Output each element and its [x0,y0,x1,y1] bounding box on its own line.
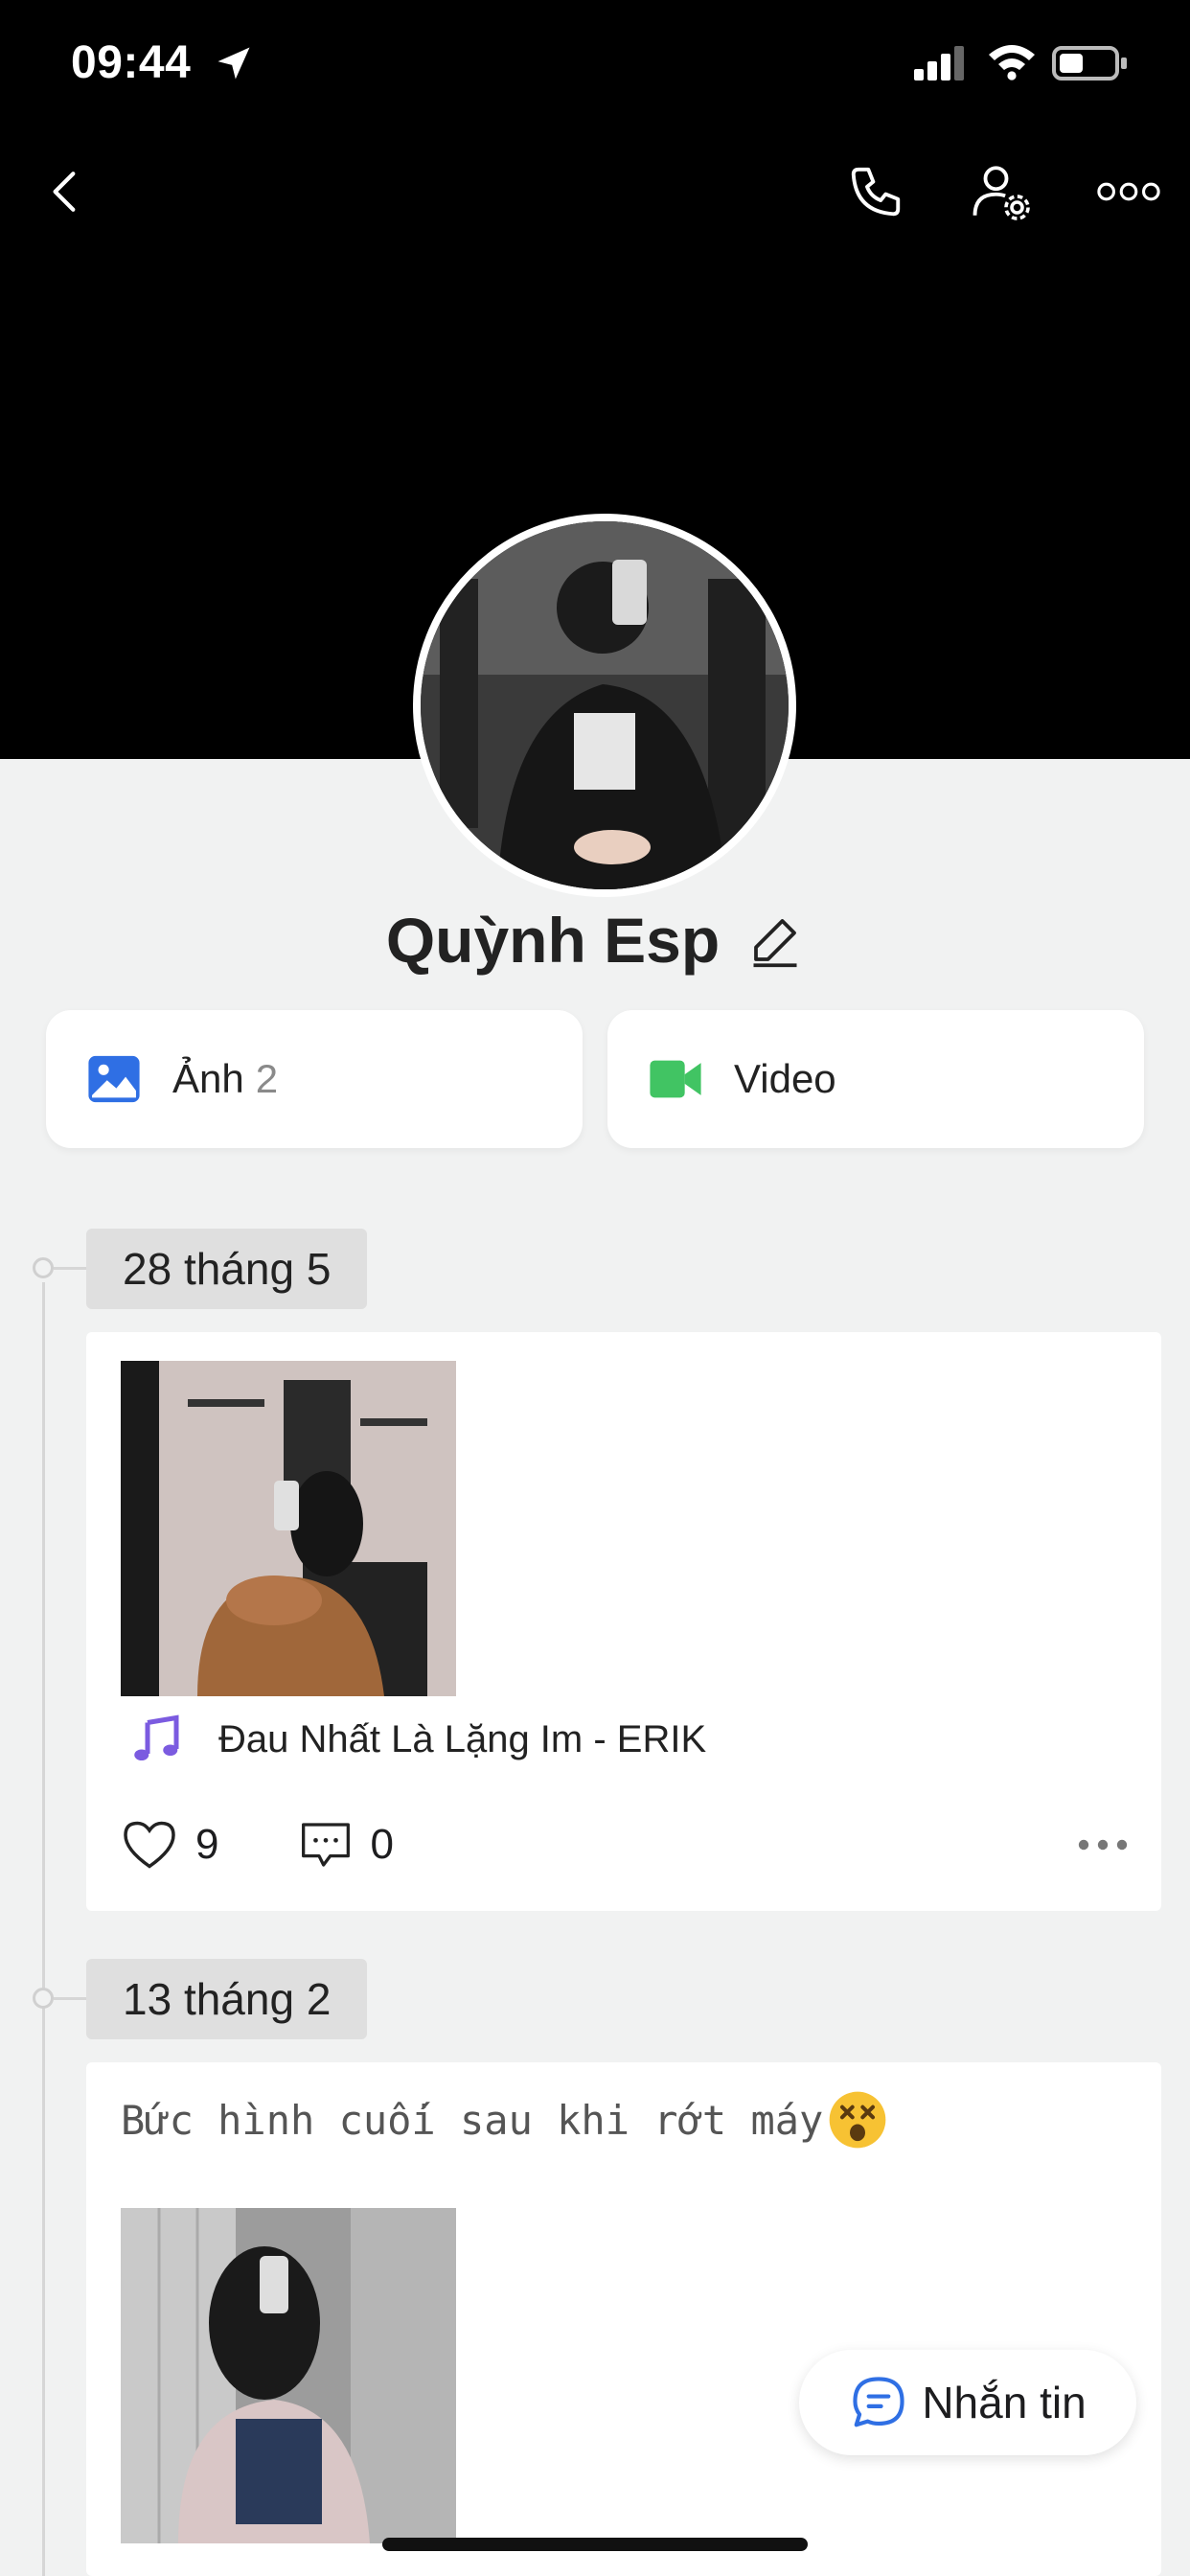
timeline-line [42,1282,45,2576]
post-photo[interactable] [121,2208,456,2543]
call-button[interactable] [828,144,924,240]
post-caption-text: Bức hình cuối sau khi rớt máy [121,2096,824,2144]
like-count: 9 [195,1821,219,1868]
message-button[interactable]: Nhắn tin [799,2350,1136,2455]
ellipsis-icon [1078,1839,1128,1851]
post-photo-image [121,2208,456,2543]
videos-button[interactable]: Video [607,1010,1144,1148]
profile-name-row: Quỳnh Esp [0,897,1190,983]
post-photo-image [121,1361,456,1696]
status-time: 09:44 [71,37,192,88]
profile-settings-button[interactable] [953,144,1049,240]
music-title: Đau Nhất Là Lặng Im - ERIK [218,1717,707,1760]
phone-icon [851,167,901,217]
video-camera-icon [650,1060,701,1098]
post-card[interactable]: Đau Nhất Là Lặng Im - ERIK 9 0 [86,1332,1161,1911]
timeline-dot [33,1257,54,1278]
user-gear-icon [973,166,1030,220]
chevron-left-icon [53,172,76,212]
cellular-signal-icon [914,46,964,80]
top-nav-bar [0,144,1190,240]
back-button[interactable] [17,144,113,240]
post-caption: Bức hình cuối sau khi rớt máy [121,2089,888,2150]
timeline-dot [33,1988,54,2009]
battery-icon [1052,46,1127,80]
post-actions: 9 0 [121,1811,1136,1878]
videos-label: Video [734,1056,836,1101]
post-photo[interactable] [121,1361,456,1696]
profile-avatar[interactable] [413,514,796,897]
music-row[interactable]: Đau Nhất Là Lặng Im - ERIK [128,1706,706,1773]
image-icon [88,1055,140,1103]
dizzy-face-emoji-icon [829,2091,886,2149]
more-options-button[interactable] [1081,144,1177,240]
ellipsis-icon [1097,182,1160,201]
location-arrow-icon [217,47,250,80]
wifi-icon [989,45,1035,80]
post-more-button[interactable] [1069,1811,1136,1878]
date-chip: 13 tháng 2 [86,1959,368,2039]
chat-bubble-icon [853,2377,904,2427]
comment-count: 0 [370,1821,394,1868]
timeline-connector [54,1997,86,2000]
home-indicator[interactable] [382,2538,808,2551]
photos-label: Ảnh [172,1056,244,1101]
comment-icon[interactable] [299,1818,353,1872]
timeline-connector [54,1267,86,1270]
music-note-icon [134,1714,179,1760]
heart-icon[interactable] [121,1816,178,1874]
post-card[interactable]: Bức hình cuối sau khi rớt máy [86,2062,1161,2576]
profile-name: Quỳnh Esp [385,905,721,976]
avatar-photo [421,521,789,889]
message-button-label: Nhắn tin [922,2378,1087,2427]
pencil-edit-icon[interactable] [746,911,804,969]
photos-button[interactable]: Ảnh 2 [46,1010,583,1148]
photos-count: 2 [255,1056,279,1101]
date-chip: 28 tháng 5 [86,1229,368,1309]
status-bar: 09:44 [0,0,1190,125]
